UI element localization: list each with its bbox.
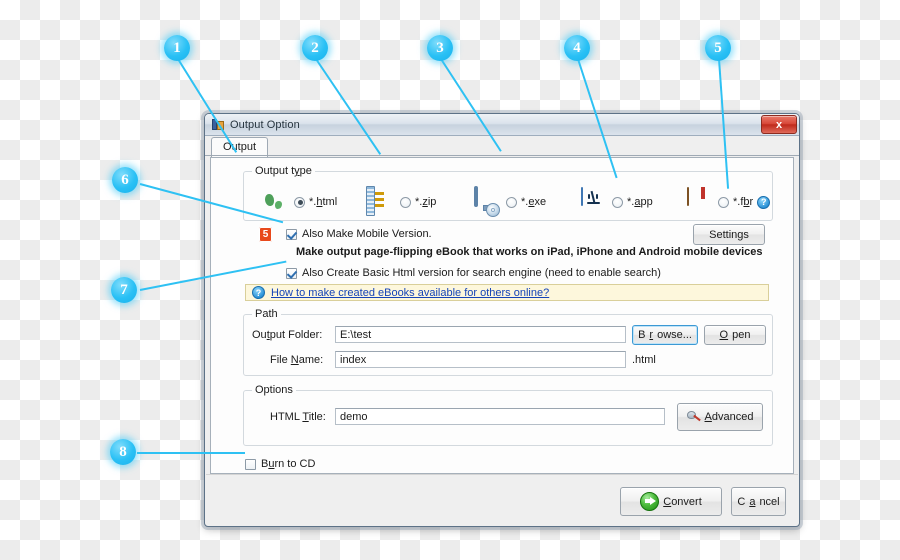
dialog-footer: Convert Ca ncel bbox=[206, 474, 798, 525]
settings-button[interactable]: Settings bbox=[693, 224, 765, 245]
tab-strip: Output bbox=[205, 136, 799, 157]
html-title-label: HTML Title: bbox=[270, 411, 326, 423]
callout-badge-1: 1 bbox=[164, 35, 190, 61]
output-option-window: Output Option x Output Output type *.htm… bbox=[204, 113, 800, 527]
file-name-input[interactable]: index bbox=[335, 351, 626, 368]
output-option-html[interactable]: *.html bbox=[260, 188, 337, 216]
output-option-fbr[interactable]: *.fbr ? bbox=[684, 187, 771, 216]
dialog-client-area: Output type *.html *.zip *.exe *.app *.f… bbox=[210, 157, 794, 474]
tab-output[interactable]: Output bbox=[211, 137, 269, 157]
radio-fbr[interactable] bbox=[718, 196, 729, 208]
open-button[interactable]: Open bbox=[704, 325, 766, 345]
burn-to-cd-row[interactable]: Burn to CD bbox=[245, 458, 315, 470]
output-folder-label: Output Folder: bbox=[252, 329, 323, 341]
screenshot-stage: 1 2 3 4 5 6 7 8 Output Option x Output O… bbox=[0, 0, 900, 560]
options-legend: Options bbox=[252, 384, 296, 396]
window-title: Output Option bbox=[230, 118, 300, 131]
output-type-group: Output type *.html *.zip *.exe *.app *.f… bbox=[243, 165, 773, 221]
mac-finder-icon bbox=[578, 187, 608, 216]
convert-button[interactable]: Convert bbox=[620, 487, 722, 516]
label-zip: *.zip bbox=[415, 196, 437, 208]
label-exe: *.exe bbox=[521, 196, 547, 208]
question-icon: ? bbox=[252, 286, 265, 299]
info-link[interactable]: How to make created eBooks available for… bbox=[271, 287, 549, 299]
info-bar: ? How to make created eBooks available f… bbox=[245, 284, 769, 301]
close-icon[interactable]: x bbox=[761, 115, 797, 134]
convert-icon bbox=[640, 492, 660, 511]
convert-label: Convert bbox=[663, 495, 702, 508]
cancel-button[interactable]: Ca ncel bbox=[731, 487, 786, 516]
checkbox-basic-html[interactable] bbox=[286, 267, 297, 279]
options-group: Options HTML Title: demo Advanced bbox=[243, 384, 773, 446]
html-title-input[interactable]: demo bbox=[335, 408, 665, 425]
path-legend: Path bbox=[252, 308, 281, 320]
book-icon bbox=[684, 187, 714, 216]
basic-html-checkbox-row[interactable]: Also Create Basic Html version for searc… bbox=[286, 267, 661, 279]
file-extension-label: .html bbox=[632, 354, 656, 366]
output-option-exe[interactable]: *.exe bbox=[472, 186, 547, 217]
radio-html[interactable] bbox=[294, 196, 305, 208]
help-icon[interactable]: ? bbox=[757, 195, 771, 209]
checkbox-burn-to-cd[interactable] bbox=[245, 458, 256, 470]
callout-badge-5: 5 bbox=[705, 35, 731, 61]
browse-button[interactable]: Br owse... bbox=[632, 325, 698, 345]
callout-badge-8: 8 bbox=[110, 439, 136, 465]
file-name-label: File Name: bbox=[270, 354, 324, 366]
radio-zip[interactable] bbox=[400, 196, 411, 208]
mobile-version-checkbox-row[interactable]: Also Make Mobile Version. bbox=[286, 228, 432, 240]
radio-exe[interactable] bbox=[506, 196, 517, 208]
html5-icon: 5 bbox=[259, 227, 272, 242]
globe-icon bbox=[260, 188, 290, 216]
callout-badge-7: 7 bbox=[111, 277, 137, 303]
radio-app[interactable] bbox=[612, 196, 623, 208]
checkbox-mobile-version[interactable] bbox=[286, 228, 297, 240]
output-option-app[interactable]: *.app bbox=[578, 187, 653, 216]
mobile-version-description: Make output page-flipping eBook that wor… bbox=[296, 246, 763, 258]
leader-line-8 bbox=[137, 452, 245, 454]
advanced-button[interactable]: Advanced bbox=[677, 403, 763, 431]
monitor-cd-icon bbox=[472, 186, 502, 217]
label-mobile-version: Also Make Mobile Version. bbox=[302, 228, 432, 240]
output-option-zip[interactable]: *.zip bbox=[366, 186, 437, 216]
callout-badge-3: 3 bbox=[427, 35, 453, 61]
path-group: Path Output Folder: E:\test Br owse... Op… bbox=[243, 308, 773, 376]
callout-badge-4: 4 bbox=[564, 35, 590, 61]
label-app: *.app bbox=[627, 196, 653, 208]
zip-icon bbox=[366, 186, 396, 216]
window-titlebar: Output Option x bbox=[205, 114, 799, 136]
label-burn-to-cd: Burn to CD bbox=[261, 458, 316, 470]
advanced-label: Advanced bbox=[704, 411, 754, 423]
advanced-icon bbox=[686, 410, 701, 424]
output-folder-input[interactable]: E:\test bbox=[335, 326, 626, 343]
output-type-legend: Output type bbox=[252, 165, 315, 177]
label-fbr: *.fbr bbox=[733, 196, 754, 208]
tab-underline bbox=[205, 155, 799, 156]
callout-badge-6: 6 bbox=[112, 167, 138, 193]
label-basic-html: Also Create Basic Html version for searc… bbox=[302, 267, 661, 279]
label-html: *.html bbox=[309, 196, 338, 208]
callout-badge-2: 2 bbox=[302, 35, 328, 61]
